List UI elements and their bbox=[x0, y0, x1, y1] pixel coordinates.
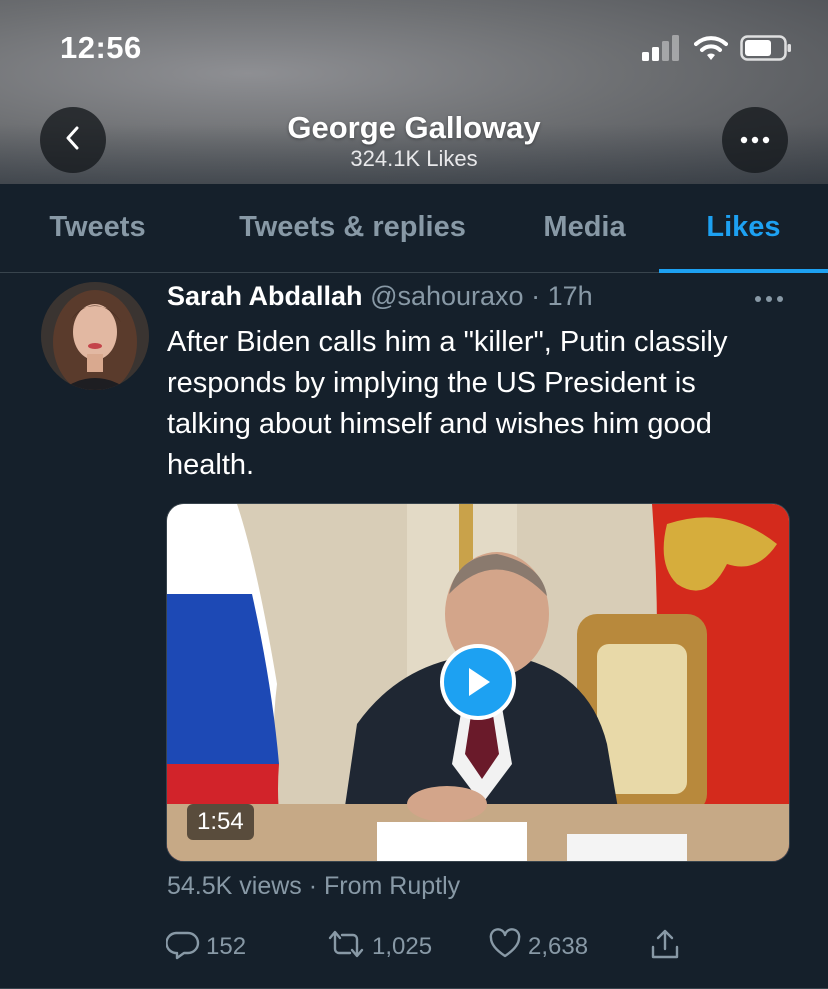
retweet-icon bbox=[326, 927, 366, 968]
tab-media[interactable]: Media bbox=[510, 184, 659, 272]
status-time: 12:56 bbox=[60, 30, 142, 65]
profile-name: George Galloway bbox=[287, 110, 541, 145]
retweet-count: 1,025 bbox=[372, 933, 433, 960]
tweet-time: 17h bbox=[547, 281, 593, 311]
tweet-text: After Biden calls him a "killer", Putin … bbox=[167, 326, 728, 481]
tweet-author-name[interactable]: Sarah Abdallah bbox=[167, 281, 363, 311]
video-duration: 1:54 bbox=[187, 804, 254, 840]
reply-count: 152 bbox=[206, 933, 247, 960]
tab-tweets[interactable]: Tweets bbox=[0, 184, 195, 272]
profile-header: 12:56 George Galloway 324.1K Likes bbox=[0, 0, 828, 184]
signal-icon bbox=[642, 34, 682, 66]
reply-icon bbox=[165, 927, 200, 968]
tweet-header: Sarah Abdallah @sahouraxo · 17h bbox=[167, 281, 593, 312]
avatar[interactable] bbox=[41, 282, 149, 390]
share-button[interactable] bbox=[648, 925, 682, 969]
play-button[interactable] bbox=[440, 644, 516, 720]
tweet-handle[interactable]: @sahouraxo bbox=[370, 281, 524, 311]
ellipsis-icon bbox=[740, 131, 770, 149]
tab-tweets-and-replies[interactable]: Tweets & replies bbox=[195, 184, 510, 272]
battery-icon bbox=[740, 34, 792, 66]
share-icon bbox=[648, 927, 682, 968]
like-button[interactable]: 2,638 bbox=[488, 925, 588, 969]
reply-button[interactable]: 152 bbox=[165, 925, 247, 969]
views-and-source: 54.5K views · From Ruptly bbox=[167, 872, 461, 900]
more-options-button[interactable] bbox=[722, 107, 788, 173]
tweet-more-button[interactable] bbox=[754, 290, 784, 308]
heart-icon bbox=[488, 927, 522, 968]
video-player[interactable]: 1:54 bbox=[166, 503, 790, 862]
meta-separator: · bbox=[531, 281, 541, 311]
ellipsis-icon bbox=[754, 290, 784, 307]
play-icon bbox=[463, 665, 493, 699]
retweet-button[interactable]: 1,025 bbox=[326, 925, 432, 969]
tweet-actions: 152 1,025 2,638 bbox=[165, 925, 706, 969]
wifi-icon bbox=[694, 35, 728, 66]
status-icons bbox=[642, 34, 792, 66]
profile-tabs: Tweets Tweets & replies Media Likes bbox=[0, 184, 828, 273]
like-count: 2,638 bbox=[528, 933, 589, 960]
active-tab-indicator bbox=[659, 269, 828, 273]
likes-count: 324.1K Likes bbox=[350, 146, 478, 171]
tab-likes[interactable]: Likes bbox=[659, 184, 828, 272]
